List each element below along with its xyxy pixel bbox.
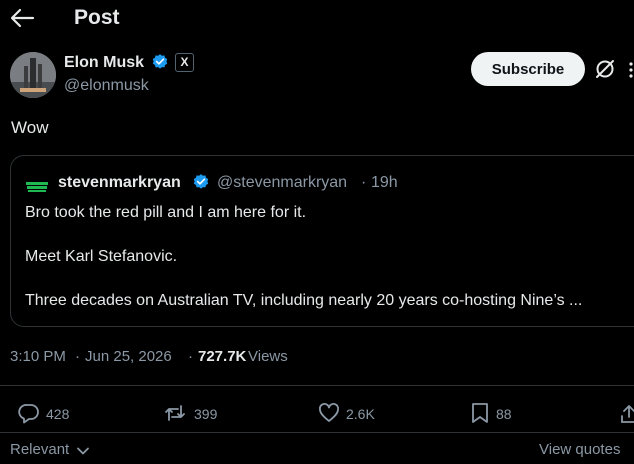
verified-badge-icon bbox=[152, 54, 168, 69]
quote-avatar[interactable] bbox=[25, 174, 49, 198]
post-date[interactable]: Jun 25, 2026 bbox=[85, 348, 172, 365]
quote-avatar-logo bbox=[26, 182, 48, 192]
bookmark-count[interactable]: 88 bbox=[496, 406, 512, 422]
divider bbox=[0, 385, 634, 386]
author-handle[interactable]: @elonmusk bbox=[64, 77, 149, 95]
view-quotes-link[interactable]: View quotes bbox=[539, 441, 620, 458]
quote-author-handle[interactable]: @stevenmarkryan bbox=[217, 174, 347, 192]
avatar-image bbox=[10, 52, 56, 98]
bookmark-icon[interactable] bbox=[469, 402, 491, 424]
like-icon[interactable] bbox=[318, 402, 340, 424]
repost-count[interactable]: 399 bbox=[194, 406, 217, 422]
views-label[interactable]: Views bbox=[248, 348, 288, 365]
quote-text-line: Bro took the red pill and I am here for … bbox=[25, 204, 307, 221]
like-count[interactable]: 2.6K bbox=[346, 406, 375, 422]
subscribe-button[interactable]: Subscribe bbox=[471, 52, 585, 86]
views-count[interactable]: 727.7K bbox=[198, 348, 246, 365]
more-options-icon[interactable] bbox=[624, 60, 634, 80]
quote-separator: · bbox=[361, 174, 367, 191]
grok-icon[interactable] bbox=[594, 58, 616, 80]
back-arrow-icon[interactable] bbox=[8, 6, 36, 30]
affiliate-badge-icon[interactable]: X bbox=[175, 53, 194, 72]
avatar[interactable] bbox=[10, 52, 56, 98]
meta-separator: · bbox=[188, 348, 193, 365]
meta-separator: · bbox=[75, 348, 80, 365]
divider bbox=[0, 432, 634, 433]
reply-count[interactable]: 428 bbox=[46, 406, 69, 422]
quote-text-line: Meet Karl Stefanovic. bbox=[25, 248, 178, 265]
quote-author-name[interactable]: stevenmarkryan bbox=[58, 174, 181, 192]
quote-text-line: Three decades on Australian TV, includin… bbox=[25, 292, 583, 309]
post-time[interactable]: 3:10 PM bbox=[10, 348, 66, 365]
chevron-down-icon[interactable] bbox=[76, 444, 90, 458]
reply-icon[interactable] bbox=[18, 402, 40, 424]
page-title: Post bbox=[74, 6, 120, 29]
reply-sort-dropdown[interactable]: Relevant bbox=[10, 441, 69, 458]
post-text: Wow bbox=[11, 118, 49, 137]
author-name[interactable]: Elon Musk bbox=[64, 54, 144, 72]
quote-verified-badge-icon bbox=[193, 174, 209, 189]
share-icon[interactable] bbox=[618, 402, 634, 424]
repost-icon[interactable] bbox=[164, 402, 186, 424]
quote-timestamp[interactable]: 19h bbox=[371, 174, 398, 192]
